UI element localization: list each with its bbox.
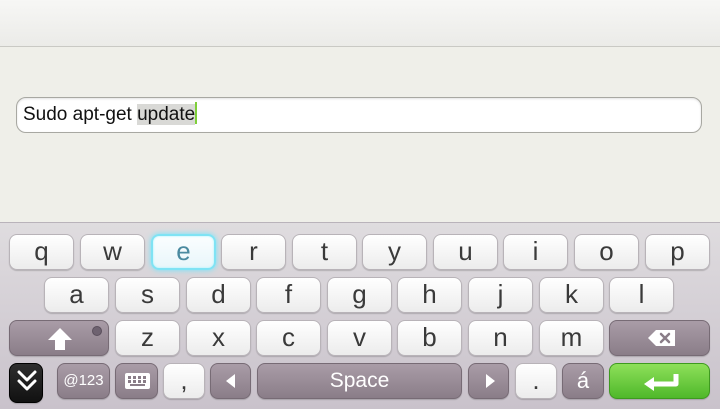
caps-indicator xyxy=(92,326,102,336)
key-l[interactable]: l xyxy=(609,277,674,313)
input-selected-text: update xyxy=(137,104,196,125)
keyboard-icon xyxy=(125,373,150,389)
shift-key[interactable] xyxy=(9,320,109,356)
enter-key[interactable] xyxy=(609,363,710,399)
key-e[interactable]: e xyxy=(151,234,216,270)
key-w[interactable]: w xyxy=(80,234,145,270)
comma-key[interactable]: , xyxy=(163,363,205,399)
symbols-key[interactable]: @123 xyxy=(57,363,110,399)
period-key[interactable]: . xyxy=(515,363,557,399)
cursor-left-key[interactable] xyxy=(210,363,251,399)
hide-keyboard-key[interactable] xyxy=(9,363,43,403)
key-d[interactable]: d xyxy=(186,277,251,313)
key-g[interactable]: g xyxy=(327,277,392,313)
key-h[interactable]: h xyxy=(397,277,462,313)
key-n[interactable]: n xyxy=(468,320,533,356)
space-key[interactable]: Space xyxy=(257,363,462,399)
key-c[interactable]: c xyxy=(256,320,321,356)
content-area xyxy=(0,47,720,222)
key-t[interactable]: t xyxy=(292,234,357,270)
input-text: Sudo apt-get xyxy=(23,104,138,125)
return-arrow-icon xyxy=(644,374,679,391)
triangle-right-icon xyxy=(486,374,495,388)
accent-key[interactable]: á xyxy=(562,363,604,399)
key-r[interactable]: r xyxy=(221,234,286,270)
keyboard-layout-key[interactable] xyxy=(115,363,158,399)
key-v[interactable]: v xyxy=(327,320,392,356)
key-u[interactable]: u xyxy=(433,234,498,270)
key-x[interactable]: x xyxy=(186,320,251,356)
double-chevron-down-icon xyxy=(17,370,37,391)
command-input[interactable]: Sudo apt-get update xyxy=(16,97,702,133)
backspace-key[interactable] xyxy=(609,320,710,356)
key-s[interactable]: s xyxy=(115,277,180,313)
key-q[interactable]: q xyxy=(9,234,74,270)
key-f[interactable]: f xyxy=(256,277,321,313)
key-o[interactable]: o xyxy=(574,234,639,270)
key-i[interactable]: i xyxy=(503,234,568,270)
key-y[interactable]: y xyxy=(362,234,427,270)
key-a[interactable]: a xyxy=(44,277,109,313)
text-cursor xyxy=(195,102,198,124)
key-j[interactable]: j xyxy=(468,277,533,313)
key-m[interactable]: m xyxy=(539,320,604,356)
key-z[interactable]: z xyxy=(115,320,180,356)
key-b[interactable]: b xyxy=(397,320,462,356)
onscreen-keyboard: q w e r t y u i o p a s d f g h j k l z … xyxy=(0,222,720,409)
top-bar xyxy=(0,0,720,47)
key-p[interactable]: p xyxy=(645,234,710,270)
cursor-right-key[interactable] xyxy=(468,363,509,399)
triangle-left-icon xyxy=(226,374,235,388)
backspace-icon xyxy=(648,330,675,346)
key-k[interactable]: k xyxy=(539,277,604,313)
